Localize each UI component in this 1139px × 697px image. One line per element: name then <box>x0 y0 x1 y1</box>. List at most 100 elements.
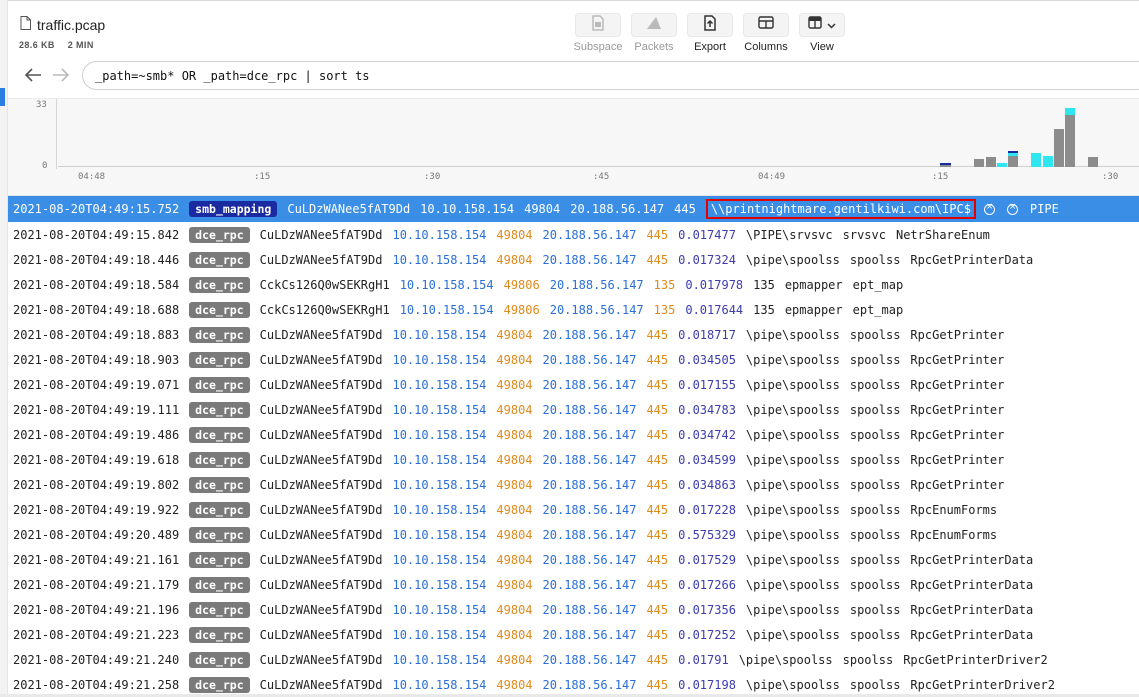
table-row[interactable]: 2021-08-20T04:49:18.883 dce_rpc CuLDzWANee… <box>8 322 1139 347</box>
uid-cell: CckCs126Q0wSEKRgH1 <box>259 277 390 292</box>
query-text: _path=~smb* OR _path=dce_rpc | sort ts <box>95 68 370 83</box>
endpoint-cell: epmapper <box>784 277 843 292</box>
resp-port-cell: 445 <box>646 502 669 517</box>
resp-port-cell: 445 <box>646 227 669 242</box>
orig-host-cell: 10.10.158.154 <box>392 627 487 642</box>
orig-host-cell: 10.10.158.154 <box>392 602 487 617</box>
orig-port-cell: 49804 <box>496 327 533 342</box>
orig-port-cell: 49804 <box>496 252 533 267</box>
endpoint-cell: srvsvc <box>842 227 886 242</box>
table-row[interactable]: 2021-08-20T04:49:19.922 dce_rpc CuLDzWANee… <box>8 497 1139 522</box>
resp-host-cell: 20.188.56.147 <box>542 327 637 342</box>
uid-cell: CuLDzWANee5fAT9Dd <box>259 477 383 492</box>
operation-cell: RpcGetPrinterData <box>910 602 1034 617</box>
path-badge: dce_rpc <box>189 401 250 418</box>
histogram[interactable]: 33 0 04:48 :15 :30 :45 04:49 :15 :30 <box>8 98 1139 196</box>
rtt-cell: 0.017266 <box>678 577 736 592</box>
named-pipe-cell: \pipe\spoolss <box>745 352 840 367</box>
named-pipe-cell: \pipe\spoolss <box>745 402 840 417</box>
table-row[interactable]: 2021-08-20T04:49:18.446 dce_rpc CuLDzWANee… <box>8 247 1139 272</box>
packets-button[interactable]: Packets <box>626 13 682 53</box>
table-row[interactable]: 2021-08-20T04:49:18.688 dce_rpc CckCs126Q0… <box>8 297 1139 322</box>
path-badge: dce_rpc <box>189 576 250 593</box>
subspace-button[interactable]: Subspace <box>570 13 626 53</box>
ts-cell: 2021-08-20T04:49:21.179 <box>13 577 180 592</box>
path-badge: dce_rpc <box>189 651 250 668</box>
view-button[interactable]: View <box>794 13 850 53</box>
resp-port-cell: 445 <box>646 602 669 617</box>
histogram-bar <box>1008 151 1018 153</box>
null-value-icon <box>1006 202 1018 215</box>
ts-cell: 2021-08-20T04:49:21.196 <box>13 602 180 617</box>
forward-arrow-icon[interactable] <box>52 67 70 88</box>
orig-host-cell: 10.10.158.154 <box>392 452 487 467</box>
file-size: 28.6 KB <box>19 40 55 50</box>
histogram-bar <box>997 163 1007 167</box>
resp-port-cell: 445 <box>646 627 669 642</box>
rtt-cell: 0.017644 <box>685 302 744 317</box>
table-row[interactable]: 2021-08-20T04:49:19.802 dce_rpc CuLDzWANee… <box>8 472 1139 497</box>
named-pipe-cell: \pipe\spoolss <box>745 427 840 442</box>
table-row[interactable]: 2021-08-20T04:49:18.903 dce_rpc CuLDzWANee… <box>8 347 1139 372</box>
subspace-icon <box>591 14 605 36</box>
table-row[interactable]: 2021-08-20T04:49:19.486 dce_rpc CuLDzWANee… <box>8 422 1139 447</box>
orig-host-cell: 10.10.158.154 <box>392 402 487 417</box>
table-row[interactable]: 2021-08-20T04:49:19.071 dce_rpc CuLDzWANee… <box>8 372 1139 397</box>
endpoint-cell: spoolss <box>849 527 901 542</box>
results-table: 2021-08-20T04:49:15.752 smb_mapping CuLD… <box>8 196 1139 697</box>
resp-port-cell: 445 <box>646 402 669 417</box>
ts-cell: 2021-08-20T04:49:15.752 <box>13 202 180 216</box>
table-row[interactable]: 2021-08-20T04:49:21.223 dce_rpc CuLDzWANee… <box>8 622 1139 647</box>
orig-port-cell: 49804 <box>496 427 533 442</box>
path-badge: dce_rpc <box>189 351 250 368</box>
resp-port-cell: 445 <box>646 677 669 692</box>
table-row[interactable]: 2021-08-20T04:49:21.179 dce_rpc CuLDzWANee… <box>8 572 1139 597</box>
resp-host-cell: 20.188.56.147 <box>542 477 637 492</box>
orig-host-cell: 10.10.158.154 <box>420 202 515 216</box>
uid-cell: CuLDzWANee5fAT9Dd <box>259 227 383 242</box>
table-row[interactable]: 2021-08-20T04:49:20.489 dce_rpc CuLDzWANee… <box>8 522 1139 547</box>
histogram-y-label-max: 33 <box>36 100 47 110</box>
resp-host-cell: 20.188.56.147 <box>549 302 644 317</box>
histogram-bar <box>986 157 996 167</box>
uid-cell: CuLDzWANee5fAT9Dd <box>259 677 383 692</box>
path-badge: dce_rpc <box>189 376 250 393</box>
table-row[interactable]: 2021-08-20T04:49:21.161 dce_rpc CuLDzWANee… <box>8 547 1139 572</box>
table-row[interactable]: 2021-08-20T04:49:15.842 dce_rpc CuLDzWANee… <box>8 222 1139 247</box>
resp-host-cell: 20.188.56.147 <box>570 202 665 216</box>
named-pipe-cell: \pipe\spoolss <box>745 527 840 542</box>
histogram-bar <box>1088 157 1098 167</box>
resp-host-cell: 20.188.56.147 <box>542 352 637 367</box>
table-row[interactable]: 2021-08-20T04:49:19.618 dce_rpc CuLDzWANee… <box>8 447 1139 472</box>
operation-cell: RpcGetPrinterDriver2 <box>910 677 1055 692</box>
resp-host-cell: 20.188.56.147 <box>542 402 637 417</box>
columns-button[interactable]: Columns <box>738 13 794 53</box>
query-input[interactable]: _path=~smb* OR _path=dce_rpc | sort ts <box>82 61 1139 90</box>
operation-cell: RpcGetPrinterData <box>910 627 1034 642</box>
table-row[interactable]: 2021-08-20T04:49:19.111 dce_rpc CuLDzWANee… <box>8 397 1139 422</box>
table-row[interactable]: 2021-08-20T04:49:21.196 dce_rpc CuLDzWANee… <box>8 597 1139 622</box>
named-pipe-cell: \pipe\spoolss <box>745 452 840 467</box>
uid-cell: CuLDzWANee5fAT9Dd <box>259 627 383 642</box>
resp-port-cell: 445 <box>646 652 669 667</box>
named-pipe-cell: \pipe\spoolss <box>745 627 840 642</box>
rtt-cell: 0.017252 <box>678 627 736 642</box>
resp-port-cell: 445 <box>646 452 669 467</box>
table-row[interactable]: 2021-08-20T04:49:18.584 dce_rpc CckCs126Q0… <box>8 272 1139 297</box>
path-badge: dce_rpc <box>189 301 250 318</box>
table-row-selected[interactable]: 2021-08-20T04:49:15.752 smb_mapping CuLD… <box>8 196 1139 222</box>
service-cell: PIPE <box>1029 202 1059 216</box>
ts-cell: 2021-08-20T04:49:19.618 <box>13 452 180 467</box>
back-arrow-icon[interactable] <box>24 67 42 88</box>
file-icon <box>20 16 31 33</box>
endpoint-cell: spoolss <box>842 652 894 667</box>
endpoint-cell: spoolss <box>849 627 901 642</box>
uid-cell: CuLDzWANee5fAT9Dd <box>259 352 383 367</box>
orig-host-cell: 10.10.158.154 <box>392 577 487 592</box>
histogram-x-label: :30 <box>424 172 441 182</box>
resp-port-cell: 445 <box>674 202 696 216</box>
export-button[interactable]: Export <box>682 13 738 53</box>
orig-host-cell: 10.10.158.154 <box>399 277 494 292</box>
table-row[interactable]: 2021-08-20T04:49:21.240 dce_rpc CuLDzWANee… <box>8 647 1139 672</box>
orig-host-cell: 10.10.158.154 <box>392 327 487 342</box>
